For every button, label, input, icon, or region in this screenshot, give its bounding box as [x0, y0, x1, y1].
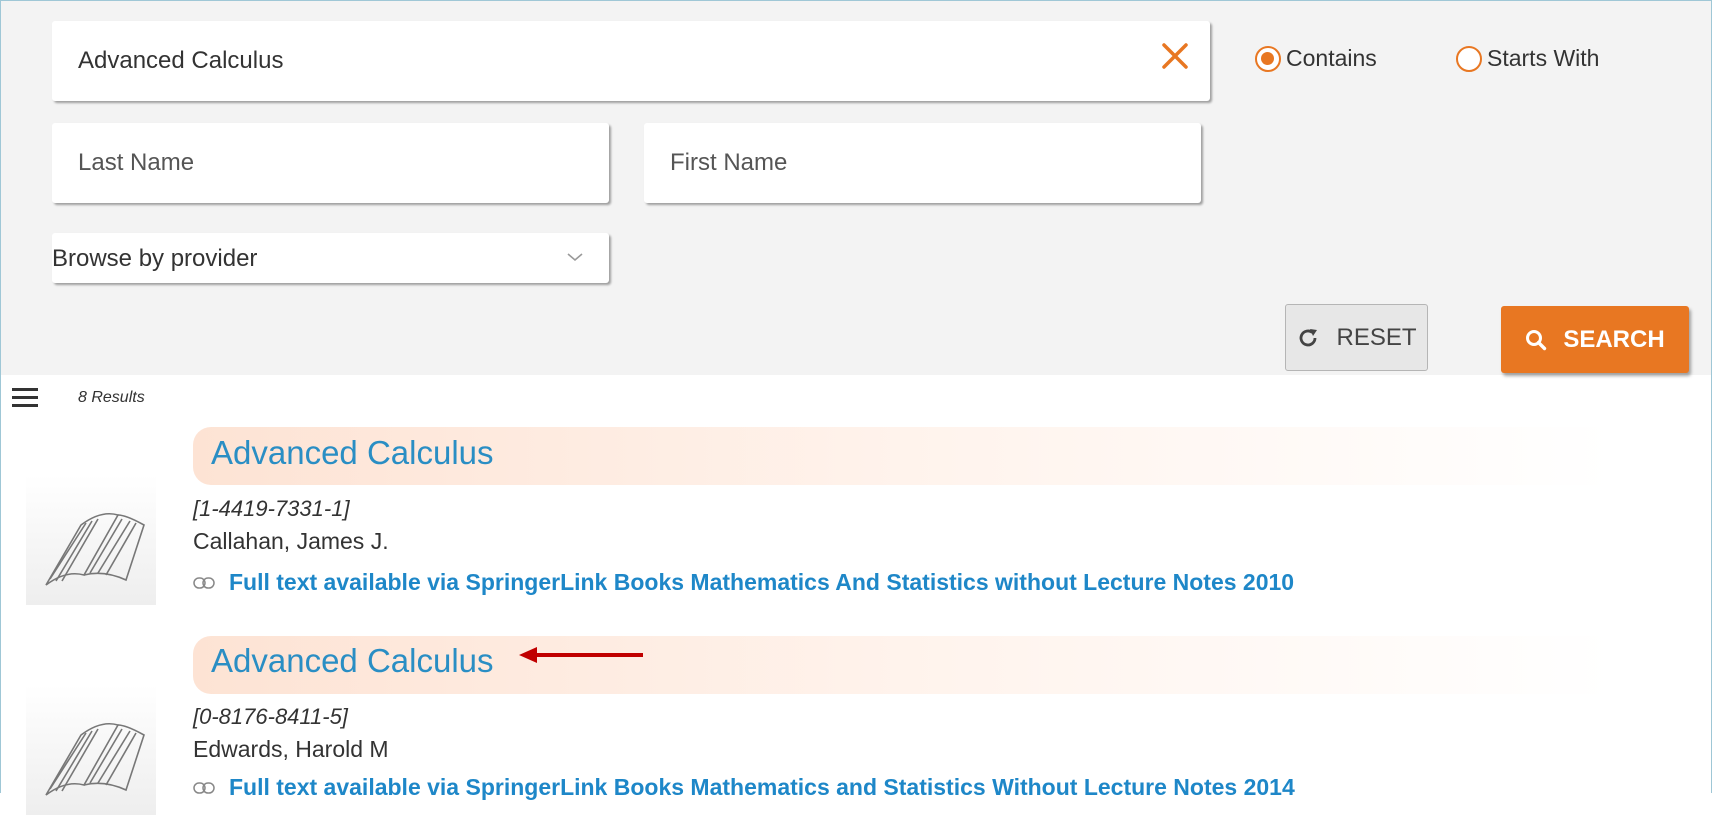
search-button[interactable]: SEARCH: [1501, 306, 1689, 373]
search-panel: Advanced Calculus Contains Starts With L…: [1, 1, 1711, 375]
radio-contains[interactable]: Contains: [1255, 45, 1377, 72]
result-author: Edwards, Harold M: [193, 736, 389, 762]
book-thumbnail: [26, 475, 156, 605]
book-thumbnail: [26, 685, 156, 815]
first-name-placeholder: First Name: [670, 149, 788, 176]
radio-starts-with[interactable]: Starts With: [1456, 45, 1599, 72]
fulltext-link-label: Full text available via SpringerLink Boo…: [229, 569, 1295, 595]
result-isbn: [1-4419-7331-1]: [193, 496, 350, 521]
title-search-value: Advanced Calculus: [78, 47, 284, 74]
result-title-link[interactable]: Advanced Calculus: [211, 642, 494, 680]
reset-button[interactable]: RESET: [1285, 304, 1428, 371]
radio-contains-label: Contains: [1286, 45, 1377, 71]
radio-unselected-icon: [1456, 45, 1482, 72]
open-book-icon: [45, 722, 145, 796]
provider-select[interactable]: Browse by provider: [52, 233, 609, 283]
last-name-placeholder: Last Name: [78, 149, 195, 176]
fulltext-link[interactable]: Full text available via SpringerLink Boo…: [193, 774, 1295, 801]
search-button-label: SEARCH: [1563, 325, 1665, 353]
search-icon: [1526, 329, 1547, 350]
radio-selected-icon: [1255, 45, 1281, 72]
result-title-link[interactable]: Advanced Calculus: [211, 434, 494, 472]
title-search-input[interactable]: Advanced Calculus: [52, 21, 1210, 101]
chevron-down-icon: [567, 253, 583, 262]
hamburger-menu-icon[interactable]: [12, 387, 38, 409]
refresh-icon: [1300, 328, 1318, 346]
link-icon: [193, 576, 215, 589]
provider-select-value: Browse by provider: [52, 245, 258, 272]
radio-starts-with-label: Starts With: [1487, 45, 1600, 71]
first-name-input[interactable]: First Name: [644, 123, 1201, 203]
arrow-annotation-icon: [519, 647, 643, 663]
open-book-icon: [45, 512, 145, 586]
fulltext-link[interactable]: Full text available via SpringerLink Boo…: [193, 569, 1294, 596]
reset-button-label: RESET: [1336, 323, 1417, 351]
result-isbn: [0-8176-8411-5]: [193, 704, 348, 729]
result-author: Callahan, James J.: [193, 528, 389, 554]
last-name-input[interactable]: Last Name: [52, 123, 609, 203]
fulltext-link-label: Full text available via SpringerLink Boo…: [229, 774, 1295, 800]
link-icon: [193, 781, 215, 794]
close-icon[interactable]: [1158, 39, 1192, 73]
results-count: 8 Results: [78, 389, 145, 406]
